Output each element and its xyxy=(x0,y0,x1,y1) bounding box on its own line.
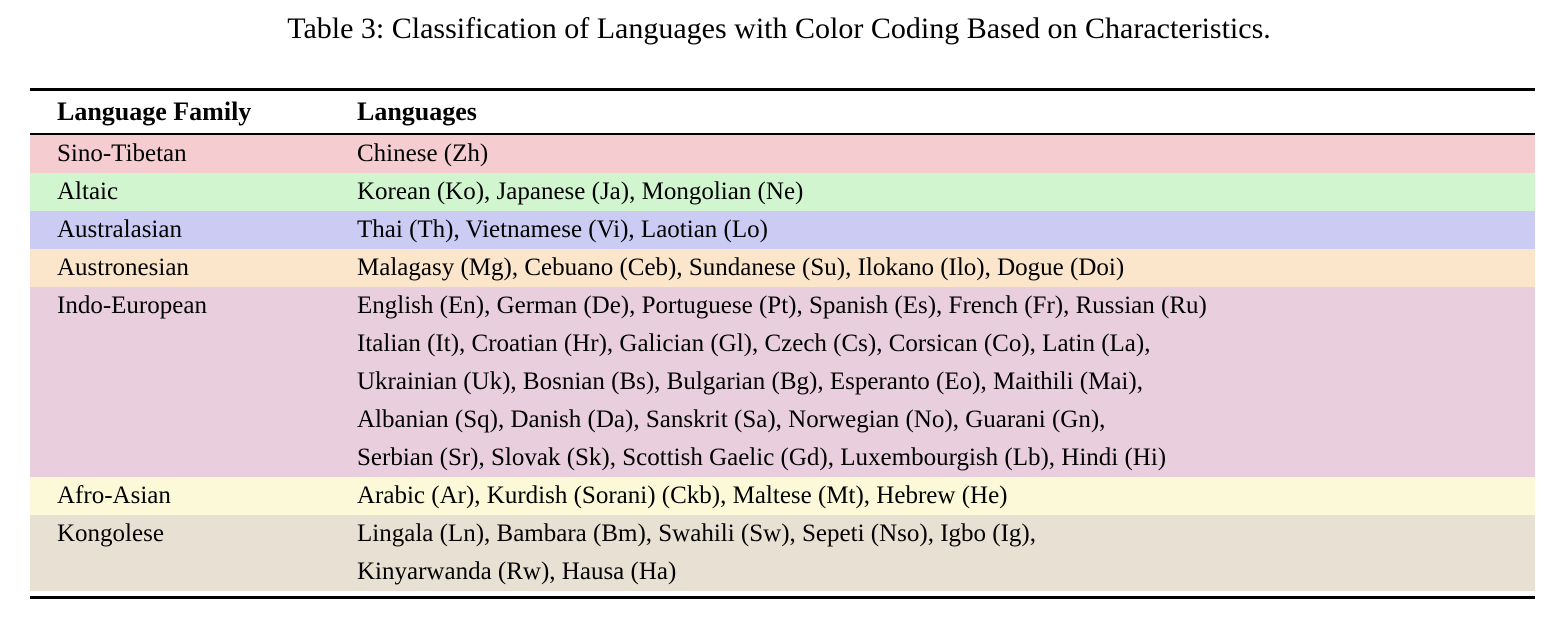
header-row: Language Family Languages xyxy=(30,91,1535,135)
languages-cell: Korean (Ko), Japanese (Ja), Mongolian (N… xyxy=(357,173,1535,211)
bottom-rule xyxy=(30,596,1535,599)
family-cell: Kongolese xyxy=(30,515,357,591)
table-body: Sino-Tibetan Chinese (Zh) Altaic Korean … xyxy=(30,135,1535,591)
table-row: Austronesian Malagasy (Mg), Cebuano (Ceb… xyxy=(30,249,1535,287)
languages-line: English (En), German (De), Portuguese (P… xyxy=(357,287,1535,325)
family-cell: Austronesian xyxy=(30,249,357,287)
page: Table 3: Classification of Languages wit… xyxy=(0,0,1558,617)
family-cell: Afro-Asian xyxy=(30,477,357,515)
family-cell: Australasian xyxy=(30,211,357,249)
table-row: Sino-Tibetan Chinese (Zh) xyxy=(30,135,1535,173)
table-row: Australasian Thai (Th), Vietnamese (Vi),… xyxy=(30,211,1535,249)
table-row: Kongolese Lingala (Ln), Bambara (Bm), Sw… xyxy=(30,515,1535,591)
family-cell: Indo-European xyxy=(30,287,357,477)
languages-line: Chinese (Zh) xyxy=(357,135,1535,173)
languages-line: Italian (It), Croatian (Hr), Galician (G… xyxy=(357,325,1535,363)
family-cell: Altaic xyxy=(30,173,357,211)
languages-line: Arabic (Ar), Kurdish (Sorani) (Ckb), Mal… xyxy=(357,477,1535,515)
languages-line: Malagasy (Mg), Cebuano (Ceb), Sundanese … xyxy=(357,249,1535,287)
languages-line: Albanian (Sq), Danish (Da), Sanskrit (Sa… xyxy=(357,401,1535,439)
languages-line: Ukrainian (Uk), Bosnian (Bs), Bulgarian … xyxy=(357,363,1535,401)
languages-cell: Arabic (Ar), Kurdish (Sorani) (Ckb), Mal… xyxy=(357,477,1535,515)
languages-cell: English (En), German (De), Portuguese (P… xyxy=(357,287,1535,477)
table-row: Altaic Korean (Ko), Japanese (Ja), Mongo… xyxy=(30,173,1535,211)
table-row: Afro-Asian Arabic (Ar), Kurdish (Sorani)… xyxy=(30,477,1535,515)
table-caption: Table 3: Classification of Languages wit… xyxy=(0,10,1558,48)
language-classification-table: Language Family Languages Sino-Tibetan C… xyxy=(30,88,1535,599)
languages-line: Thai (Th), Vietnamese (Vi), Laotian (Lo) xyxy=(357,211,1535,249)
languages-line: Lingala (Ln), Bambara (Bm), Swahili (Sw)… xyxy=(357,515,1535,553)
languages-line: Kinyarwanda (Rw), Hausa (Ha) xyxy=(357,553,1535,591)
header-languages: Languages xyxy=(357,97,1535,127)
languages-line: Korean (Ko), Japanese (Ja), Mongolian (N… xyxy=(357,173,1535,211)
languages-cell: Chinese (Zh) xyxy=(357,135,1535,173)
languages-cell: Lingala (Ln), Bambara (Bm), Swahili (Sw)… xyxy=(357,515,1535,591)
table-row: Indo-European English (En), German (De),… xyxy=(30,287,1535,477)
family-cell: Sino-Tibetan xyxy=(30,135,357,173)
languages-cell: Malagasy (Mg), Cebuano (Ceb), Sundanese … xyxy=(357,249,1535,287)
header-language-family: Language Family xyxy=(30,97,357,127)
languages-line: Serbian (Sr), Slovak (Sk), Scottish Gael… xyxy=(357,439,1535,477)
languages-cell: Thai (Th), Vietnamese (Vi), Laotian (Lo) xyxy=(357,211,1535,249)
